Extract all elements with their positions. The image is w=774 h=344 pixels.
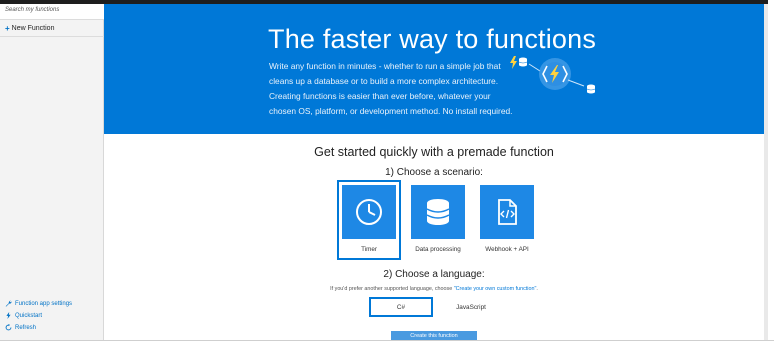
sidebar-item-label: Quickstart	[15, 312, 43, 319]
main-content: Get started quickly with a premade funct…	[104, 134, 764, 341]
clock-icon	[356, 199, 382, 225]
tile-label: Timer	[361, 246, 377, 253]
hero-description: Write any function in minutes - whether …	[269, 61, 513, 116]
refresh-icon	[5, 324, 12, 331]
language-option-javascript[interactable]: JavaScript	[439, 297, 503, 317]
page-heading: Get started quickly with a premade funct…	[314, 145, 554, 159]
hero-banner: The faster way to functions Write any fu…	[104, 4, 764, 134]
language-heading: 2) Choose a language:	[383, 269, 485, 280]
sidebar-item-label: Function app settings	[15, 300, 73, 307]
language-note-text: If you'd prefer another supported langua…	[330, 286, 453, 292]
wrench-icon	[5, 300, 12, 307]
tile-label: Webhook + API	[485, 246, 529, 253]
sidebar-item-function-app-settings[interactable]: Function app settings	[5, 300, 72, 307]
tile-icon-box	[411, 185, 465, 239]
search-input[interactable]: Search my functions	[0, 4, 104, 20]
scenario-tiles: Timer Data processing Webhook + API	[337, 180, 539, 260]
language-note: If you'd prefer another supported langua…	[104, 286, 764, 292]
language-option-csharp[interactable]: C#	[369, 297, 433, 317]
tile-label: Data processing	[415, 246, 461, 253]
window-bottom-edge	[0, 340, 774, 344]
language-note-end: .	[536, 286, 538, 292]
scenario-tile-webhook-api[interactable]: Webhook + API	[475, 180, 539, 260]
sidebar-item-refresh[interactable]: Refresh	[5, 324, 72, 331]
scenario-tile-timer[interactable]: Timer	[337, 180, 401, 260]
sidebar: Search my functions + New Function Funct…	[0, 4, 104, 340]
tile-icon-box	[342, 185, 396, 239]
hero-title: The faster way to functions	[268, 24, 597, 54]
database-icon	[426, 199, 450, 225]
plus-icon: +	[5, 23, 10, 33]
functions-illustration-icon	[510, 56, 596, 94]
sidebar-item-quickstart[interactable]: Quickstart	[5, 312, 72, 319]
language-options: C# JavaScript	[369, 297, 503, 317]
tile-icon-box	[480, 185, 534, 239]
new-function-button[interactable]: + New Function	[0, 21, 104, 37]
custom-function-link[interactable]: "Create your own custom function"	[454, 286, 537, 292]
window-right-edge	[768, 0, 774, 344]
lightning-icon	[6, 312, 11, 319]
new-function-label: New Function	[11, 25, 55, 32]
sidebar-item-label: Refresh	[15, 324, 37, 331]
sidebar-links: Function app settings Quickstart Refresh	[5, 300, 72, 331]
scenario-tile-data-processing[interactable]: Data processing	[406, 180, 470, 260]
code-file-icon	[498, 199, 517, 225]
scenario-heading: 1) Choose a scenario:	[385, 167, 483, 178]
